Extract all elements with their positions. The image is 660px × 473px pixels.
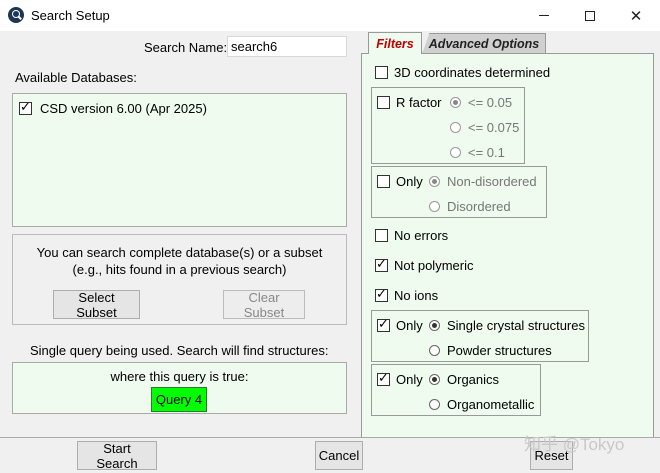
disordered-option[interactable]: Disordered xyxy=(429,199,511,214)
non-disordered-label: Non-disordered xyxy=(447,174,537,189)
query-button[interactable]: Query 4 xyxy=(151,387,207,412)
non-disordered-radio[interactable] xyxy=(429,176,440,187)
no-ions-label: No ions xyxy=(394,288,439,303)
organics-option[interactable]: Organics xyxy=(429,372,499,387)
app-logo-icon xyxy=(8,7,24,23)
watermark: 知乎 @Tokyo xyxy=(524,435,625,454)
subset-info-line2: (e.g., hits found in a previous search) xyxy=(72,262,287,277)
title-bar: Search Setup ✕ xyxy=(0,0,660,31)
disordered-label: Disordered xyxy=(447,199,511,214)
minimize-icon xyxy=(539,15,549,16)
only-label: Only xyxy=(396,318,423,333)
tab-filters[interactable]: Filters xyxy=(368,32,422,54)
organometallic-option[interactable]: Organometallic xyxy=(429,397,534,412)
no-errors-checkbox[interactable] xyxy=(375,229,388,242)
organics-radio[interactable] xyxy=(429,374,440,385)
powder-option[interactable]: Powder structures xyxy=(429,343,552,358)
r-option-01[interactable]: <= 0.1 xyxy=(450,145,505,160)
database-checkbox[interactable] xyxy=(19,99,32,115)
crystal-only-checkbox[interactable] xyxy=(377,316,390,332)
subset-panel: You can search complete database(s) or a… xyxy=(12,234,347,325)
maximize-icon xyxy=(585,10,595,21)
r-radio-0[interactable] xyxy=(450,97,461,108)
disorder-only-filter[interactable]: Only xyxy=(377,174,423,189)
only-label: Only xyxy=(396,372,423,387)
available-databases-label: Available Databases: xyxy=(15,70,137,85)
organometallic-radio[interactable] xyxy=(429,399,440,410)
select-subset-button[interactable]: Select Subset xyxy=(53,290,140,320)
query-where-text: where this query is true: xyxy=(110,369,249,384)
r-factor-checkbox[interactable] xyxy=(377,96,390,109)
r-radio-2[interactable] xyxy=(450,147,461,158)
list-item[interactable]: CSD version 6.00 (Apr 2025) xyxy=(19,99,207,116)
r-factor-label: R factor xyxy=(396,95,442,110)
close-button[interactable]: ✕ xyxy=(613,0,659,31)
query-info-text: Single query being used. Search will fin… xyxy=(30,343,329,358)
minimize-button[interactable] xyxy=(521,0,567,31)
disordered-radio[interactable] xyxy=(429,201,440,212)
no-errors-filter[interactable]: No errors xyxy=(375,228,448,243)
no-ions-filter[interactable]: No ions xyxy=(375,286,439,303)
coords-3d-checkbox[interactable] xyxy=(375,66,388,79)
r-radio-1[interactable] xyxy=(450,122,461,133)
window-title: Search Setup xyxy=(31,8,110,23)
not-polymeric-filter[interactable]: Not polymeric xyxy=(375,256,474,273)
database-label: CSD version 6.00 (Apr 2025) xyxy=(40,101,207,116)
not-polymeric-label: Not polymeric xyxy=(394,258,474,273)
maximize-button[interactable] xyxy=(567,0,613,31)
clear-subset-button[interactable]: Clear Subset xyxy=(223,290,305,320)
powder-label: Powder structures xyxy=(447,343,552,358)
powder-radio[interactable] xyxy=(429,345,440,356)
coords-3d-filter[interactable]: 3D coordinates determined xyxy=(375,65,550,80)
single-crystal-option[interactable]: Single crystal structures xyxy=(429,318,585,333)
single-crystal-radio[interactable] xyxy=(429,320,440,331)
r-option-0005[interactable]: <= 0.05 xyxy=(450,95,512,110)
disorder-only-checkbox[interactable] xyxy=(377,175,390,188)
not-polymeric-checkbox[interactable] xyxy=(375,256,388,272)
no-errors-label: No errors xyxy=(394,228,449,243)
cancel-button[interactable]: Cancel xyxy=(315,441,363,470)
database-list: CSD version 6.00 (Apr 2025) xyxy=(12,93,347,227)
r-option-label: <= 0.075 xyxy=(468,120,520,135)
r-option-label: <= 0.05 xyxy=(468,95,513,110)
only-label: Only xyxy=(396,174,423,189)
no-ions-checkbox[interactable] xyxy=(375,286,388,302)
close-icon: ✕ xyxy=(629,7,643,25)
organometallic-label: Organometallic xyxy=(447,397,535,412)
single-crystal-label: Single crystal structures xyxy=(447,318,585,333)
search-name-label: Search Name: xyxy=(144,40,228,55)
subset-info-line1: You can search complete database(s) or a… xyxy=(36,245,323,260)
tab-advanced-options[interactable]: Advanced Options xyxy=(422,33,546,54)
r-option-label: <= 0.1 xyxy=(468,145,505,160)
r-factor-filter[interactable]: R factor xyxy=(377,95,442,110)
organic-only-filter[interactable]: Only xyxy=(377,370,423,387)
organic-only-checkbox[interactable] xyxy=(377,370,390,386)
crystal-only-filter[interactable]: Only xyxy=(377,316,423,333)
search-name-input[interactable] xyxy=(227,36,347,57)
non-disordered-option[interactable]: Non-disordered xyxy=(429,174,537,189)
start-search-button[interactable]: Start Search xyxy=(77,441,157,471)
r-option-0075[interactable]: <= 0.075 xyxy=(450,120,519,135)
organics-label: Organics xyxy=(447,372,500,387)
coords-3d-label: 3D coordinates determined xyxy=(394,65,551,80)
